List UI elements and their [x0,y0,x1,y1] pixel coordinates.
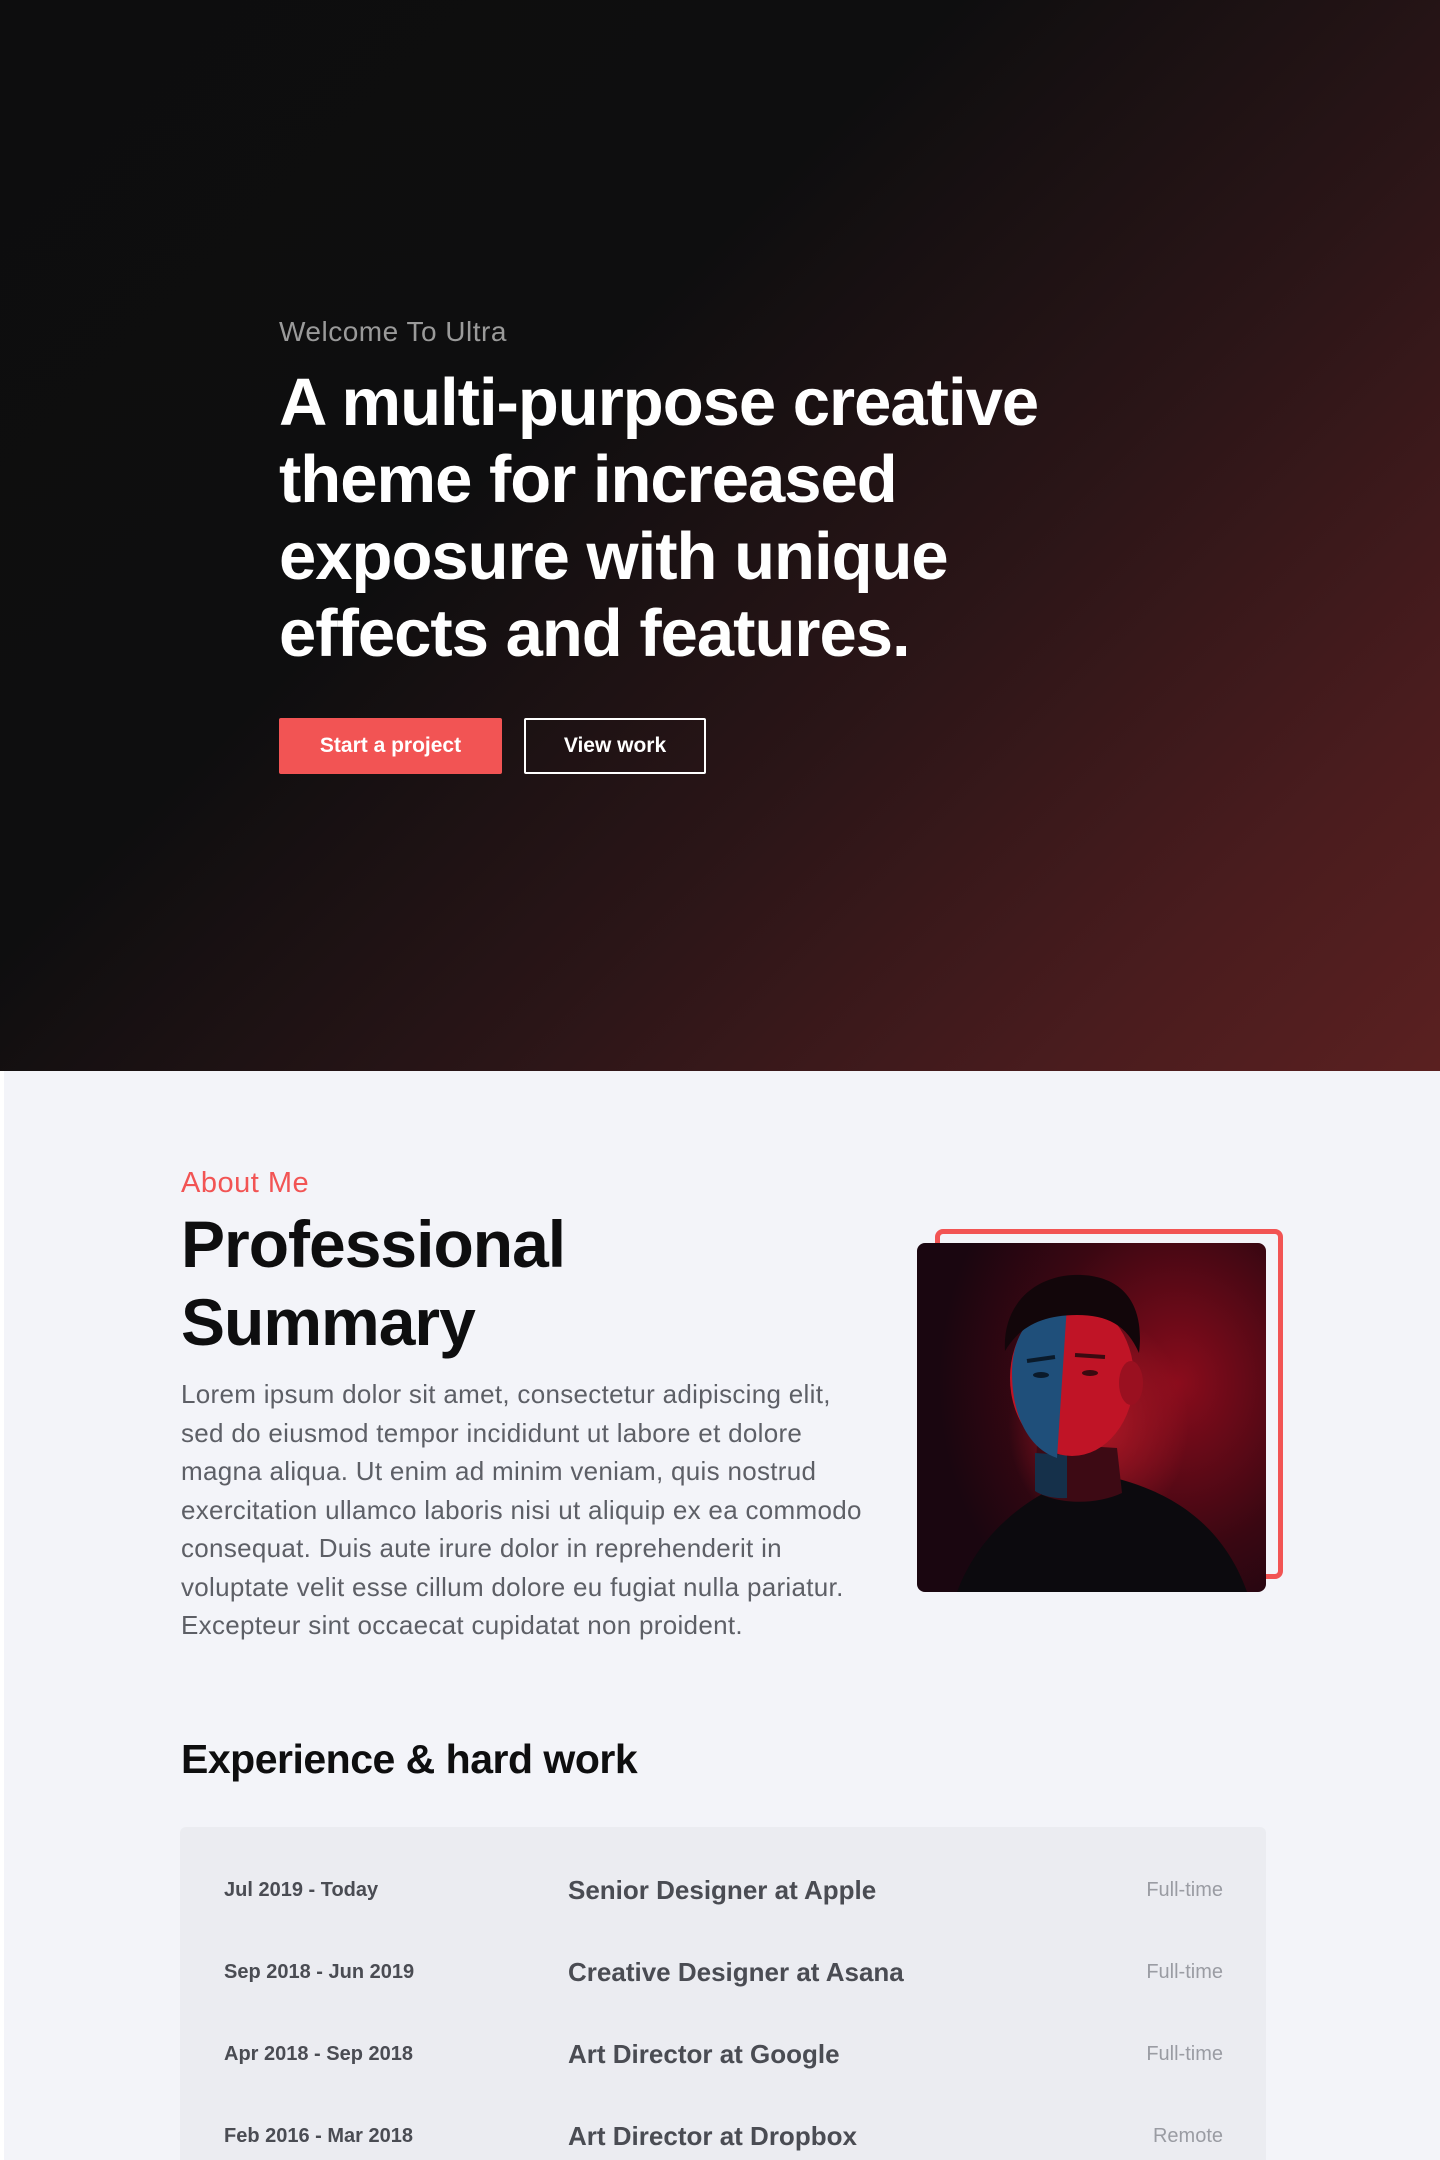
experience-type: Full-time [1146,1960,1223,1983]
hero-eyebrow: Welcome To Ultra [279,316,507,347]
hero-section: Welcome To Ultra A multi-purpose creativ… [0,0,1440,1071]
hero-title: A multi-purpose creative theme for incre… [279,365,1039,671]
experience-role: Senior Designer at Apple [568,1874,877,1905]
experience-role: Art Director at Dropbox [568,2120,857,2151]
portrait-photo [917,1243,1266,1592]
about-section: About Me Professional Summary Lorem ipsu… [4,1071,1440,2160]
experience-row: Apr 2018 - Sep 2018 Art Director at Goog… [180,2013,1266,2095]
about-eyebrow: About Me [181,1167,310,1199]
experience-type: Remote [1152,2124,1223,2147]
experience-role: Art Director at Google [568,2038,840,2069]
experience-role: Creative Designer at Asana [568,1956,904,1987]
hero-content: Welcome To Ultra A multi-purpose creativ… [279,312,1179,774]
experience-type: Full-time [1146,2042,1223,2065]
experience-date: Sep 2018 - Jun 2019 [224,1960,415,1983]
experience-date: Jul 2019 - Today [224,1878,379,1901]
experience-row: Feb 2016 - Mar 2018 Art Director at Drop… [180,2095,1266,2160]
experience-type: Full-time [1146,1878,1223,1901]
about-text: Lorem ipsum dolor sit amet, consectetur … [181,1379,862,1640]
about-title: Professional Summary [181,1207,566,1359]
experience-date: Apr 2018 - Sep 2018 [224,2042,413,2065]
experience-row: Sep 2018 - Jun 2019 Creative Designer at… [180,1931,1266,2013]
view-work-button[interactable]: View work [524,718,706,774]
experience-row: Jul 2019 - Today Senior Designer at Appl… [180,1849,1266,1931]
experience-title: Experience & hard work [181,1736,638,1782]
experience-date: Feb 2016 - Mar 2018 [224,2124,413,2147]
start-project-button[interactable]: Start a project [279,718,502,774]
hero-buttons: Start a project View work [279,718,1179,774]
experience-table: Jul 2019 - Today Senior Designer at Appl… [180,1827,1266,2160]
